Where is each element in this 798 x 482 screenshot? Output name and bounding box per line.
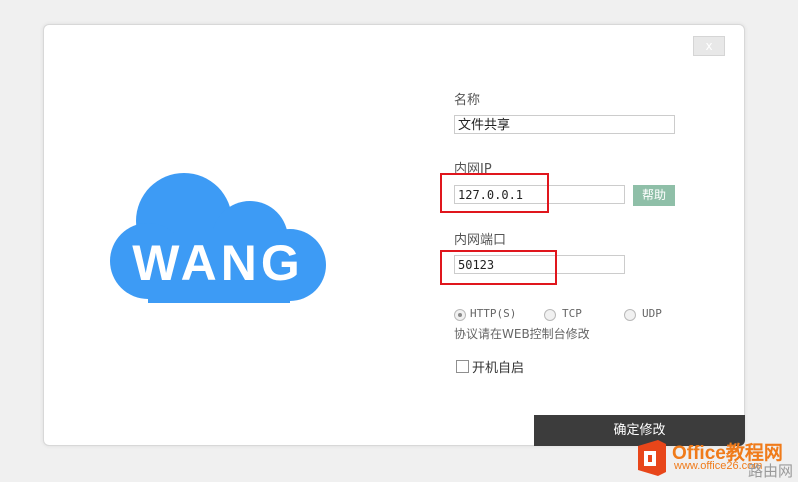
autostart-label: 开机自启 <box>472 361 525 376</box>
name-label: 名称 <box>454 93 481 108</box>
protocol-hint: 协议请在WEB控制台修改 <box>454 327 590 341</box>
port-mapping-dialog: x WANG 名称 文件共享 内网IP 127.0.0.1 帮助 内网端口 50… <box>43 24 745 446</box>
radio-http[interactable] <box>454 309 466 321</box>
ip-highlight-box <box>440 173 549 213</box>
close-button[interactable]: x <box>693 36 725 56</box>
radio-tcp-label: TCP <box>562 307 582 320</box>
watermark-suffix: 路由网 <box>748 462 794 480</box>
radio-tcp[interactable] <box>544 309 556 321</box>
help-button[interactable]: 帮助 <box>633 185 675 206</box>
radio-udp-label: UDP <box>642 307 662 320</box>
office-logo-icon <box>638 440 666 476</box>
autostart-checkbox[interactable] <box>456 360 469 373</box>
lan-port-label: 内网端口 <box>454 233 507 248</box>
radio-udp[interactable] <box>624 309 636 321</box>
name-input[interactable]: 文件共享 <box>454 115 675 134</box>
logo-text: WANG <box>132 235 304 291</box>
port-highlight-box <box>440 250 557 285</box>
app-logo: WANG <box>104 163 334 313</box>
watermark: Office教程网 www.office26.com 路由网 <box>632 436 798 482</box>
radio-http-label: HTTP(S) <box>470 307 517 320</box>
